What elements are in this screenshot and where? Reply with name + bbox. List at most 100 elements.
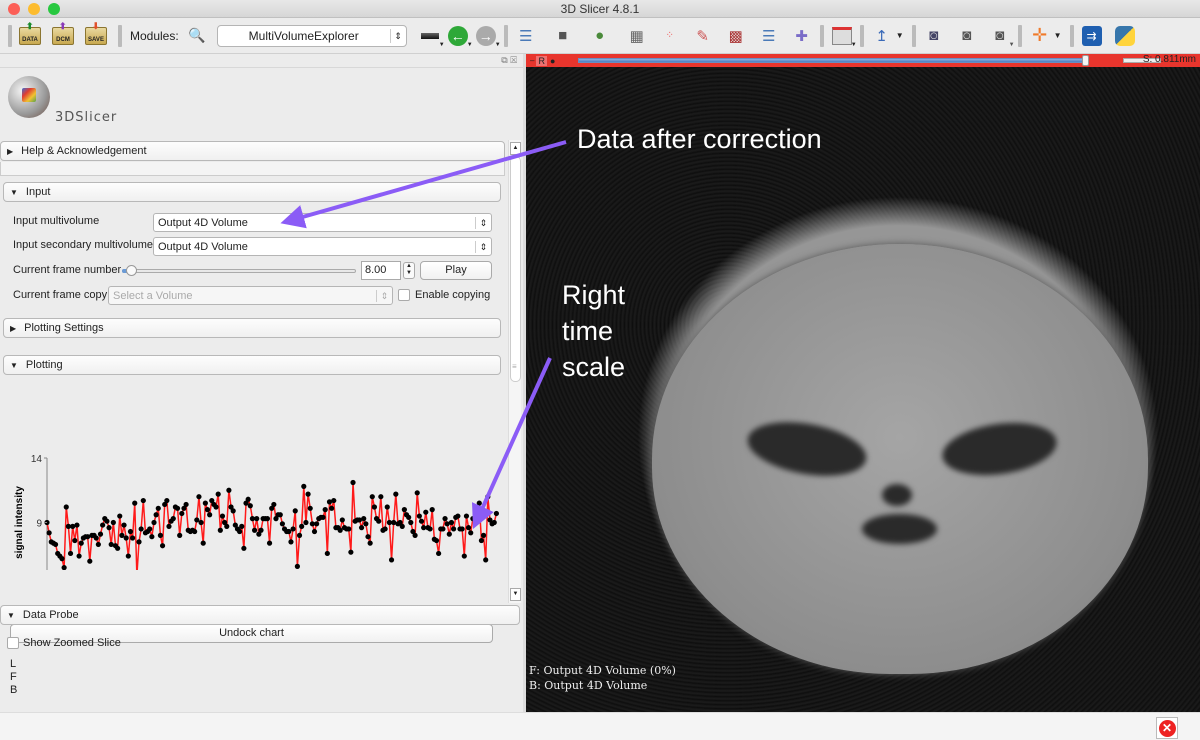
data-point (138, 526, 144, 532)
frame-number-input[interactable]: 8.00 (361, 261, 401, 280)
layout-button[interactable]: ▼ (829, 23, 857, 49)
help-acknowledgement-section[interactable]: ▶ Help & Acknowledgement (0, 141, 505, 161)
mri-head-slice (652, 244, 1148, 674)
data-point (408, 519, 414, 526)
enable-copying-checkbox[interactable] (398, 289, 410, 301)
show-zoomed-slice-checkbox[interactable] (7, 637, 19, 649)
plotting-section[interactable]: ▼ Plotting (3, 355, 501, 375)
data-point (290, 526, 296, 532)
models-module-button[interactable]: ● (587, 23, 613, 49)
frame-slider[interactable] (122, 269, 356, 273)
place-fiducial-icon: ↥ (875, 27, 888, 45)
input-section[interactable]: ▼ Input (3, 182, 501, 202)
crosshair-dropdown[interactable]: ▼ (1054, 31, 1062, 40)
module-scroll-area: ▶ Help & Acknowledgement ▼ Input Input m… (0, 140, 523, 643)
plotting-settings-section[interactable]: ▶ Plotting Settings (3, 318, 501, 338)
data-point (183, 501, 189, 508)
data-point (483, 557, 489, 563)
mouse-mode-button[interactable]: ↥ (869, 23, 895, 49)
y-axis-label: signal intensity (14, 486, 25, 559)
volumes-module-button[interactable]: ■ (550, 23, 576, 49)
mouse-mode-dropdown[interactable]: ▼ (896, 31, 904, 40)
minimize-window-button[interactable] (28, 3, 40, 15)
data-point (67, 550, 74, 557)
close-window-button[interactable] (8, 3, 20, 15)
extension-manager-button[interactable]: ⇉ (1079, 23, 1105, 49)
data-point (350, 479, 356, 486)
scroll-down-button[interactable]: ▼ (510, 588, 521, 601)
data-point (59, 556, 65, 562)
extensions-button[interactable]: ✚ (789, 23, 815, 49)
module-history-button[interactable]: ▼ (417, 23, 445, 49)
data-point (76, 553, 82, 559)
save-folder-icon: ⬇ SAVE (85, 21, 107, 45)
data-point (254, 516, 260, 522)
input-secondary-select[interactable]: Output 4D Volume ⇕ (153, 237, 492, 256)
close-panel-icon[interactable]: ☒ (510, 55, 517, 65)
slice-offset-slider[interactable] (578, 58, 1086, 63)
data-point (382, 526, 388, 532)
load-data-button[interactable]: ⬆ DATA (17, 21, 43, 49)
error-log-button[interactable]: ✕ (1156, 717, 1178, 739)
data-point (271, 501, 277, 508)
panel-scrollbar[interactable]: ▲ ≡ ▼ (508, 140, 521, 603)
screenshot-button[interactable]: ◙ (921, 23, 947, 49)
link-icon[interactable]: ● (550, 56, 555, 66)
data-point (367, 540, 373, 546)
markups-module-button[interactable]: ⁘ (657, 23, 683, 49)
data-point (72, 537, 78, 544)
input-multivolume-select[interactable]: Output 4D Volume ⇕ (153, 213, 492, 232)
transforms-module-button[interactable]: ▦ (624, 23, 650, 49)
data-point (127, 528, 134, 535)
data-point (226, 487, 232, 493)
data-point (204, 507, 211, 513)
forward-button[interactable]: → ▼ (473, 23, 501, 49)
data-point (480, 532, 487, 538)
scroll-up-button[interactable]: ▲ (510, 142, 521, 155)
python-console-button[interactable] (1112, 23, 1138, 49)
crosshair-button[interactable]: ✛ (1027, 23, 1053, 49)
frame-slider-handle[interactable] (126, 265, 138, 276)
toolbar-separator (118, 24, 122, 47)
data-point (219, 513, 226, 519)
save-button[interactable]: ⬇ SAVE (83, 21, 109, 49)
restore-scene-view-button[interactable]: ◙ ▼ (987, 23, 1015, 49)
data-point (78, 540, 84, 546)
data-point (414, 490, 420, 496)
data-probe-section[interactable]: ▼ Data Probe (0, 605, 520, 625)
data-point (440, 526, 446, 532)
module-selector[interactable]: MultiVolumeExplorer ⇕ (216, 24, 407, 47)
dcm-folder-icon: ⬆ DCM (52, 21, 74, 45)
module-search-icon[interactable]: 🔍 (184, 23, 210, 49)
data-point (448, 519, 455, 526)
scrollbar-thumb[interactable] (510, 156, 521, 382)
data-module-button[interactable]: ☰ (513, 23, 539, 49)
data-point (155, 505, 161, 511)
colors-module-button[interactable]: ▩ (723, 23, 749, 49)
data-point (365, 534, 371, 540)
data-point (147, 526, 153, 532)
back-button[interactable]: ← ▼ (445, 23, 473, 49)
data-point (170, 516, 176, 522)
subject-hierarchy-button[interactable]: ☰ (756, 23, 782, 49)
data-point (388, 557, 395, 563)
scene-view-button[interactable]: ◙ (954, 23, 980, 49)
y-tick-label: 9 (36, 519, 42, 530)
slice-orientation-label: R (536, 55, 547, 66)
load-dicom-button[interactable]: ⬆ DCM (50, 21, 76, 49)
float-panel-icon[interactable]: ⧉ (501, 55, 507, 65)
play-button[interactable]: Play (420, 261, 492, 280)
frame-copy-select[interactable]: Select a Volume ⇕ (108, 286, 393, 305)
data-point (132, 500, 138, 506)
frame-spin-buttons[interactable]: ▲ ▼ (403, 262, 415, 279)
toolbar-separator (859, 24, 864, 47)
module-selector-value: MultiVolumeExplorer (248, 28, 359, 43)
data-point (63, 504, 69, 510)
data-point (416, 513, 422, 519)
pin-icon[interactable]: – (530, 56, 534, 65)
editor-module-button[interactable]: ✎ (690, 23, 716, 49)
data-point (202, 500, 208, 506)
slice-controller-bar: – R ● S: 0.811mm (526, 54, 1200, 67)
maximize-window-button[interactable] (48, 3, 60, 15)
slice-offset-handle[interactable] (1082, 55, 1090, 66)
